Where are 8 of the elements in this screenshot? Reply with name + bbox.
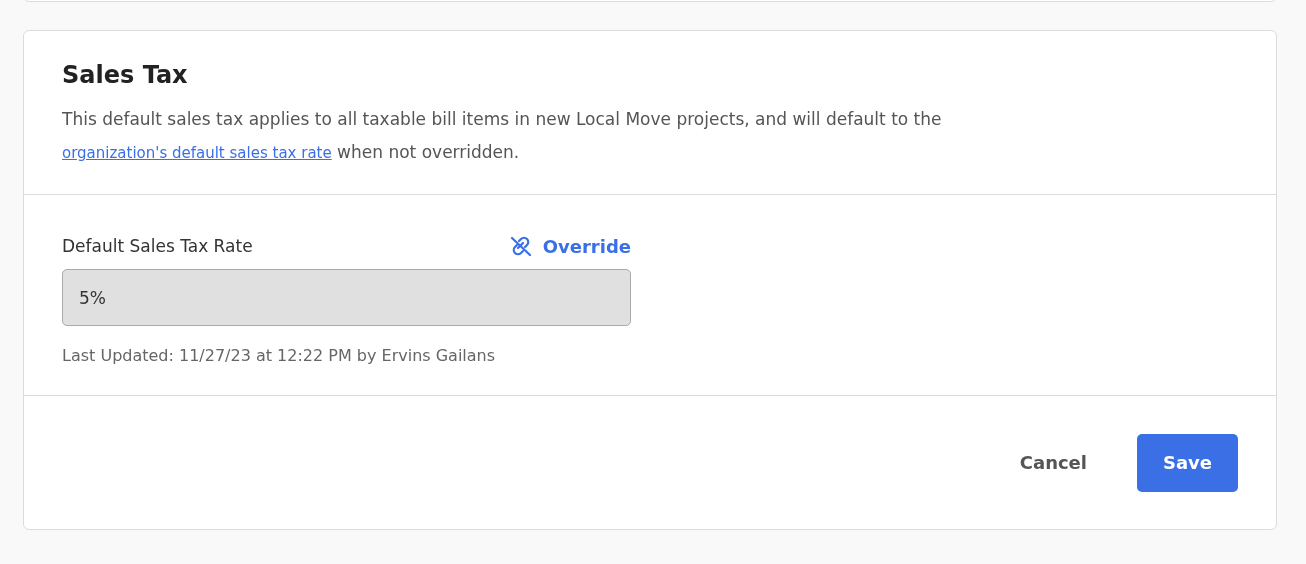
field-label: Default Sales Tax Rate (62, 236, 253, 256)
save-button[interactable]: Save (1137, 433, 1238, 492)
last-updated-text: Last Updated: 11/27/23 at 12:22 PM by Ervins Gailans (62, 346, 497, 365)
cancel-button[interactable]: Cancel (999, 442, 1107, 483)
sales-tax-rate-link[interactable]: organization's default sales tax rate (62, 144, 332, 162)
section-title: Sales Tax (62, 61, 189, 89)
unlink-icon (508, 235, 533, 257)
section-description: This default sales tax applies to all taxable bill items in new Local Move projects, and will default to the organization's default sales tax rate when not overridden. (62, 108, 943, 164)
